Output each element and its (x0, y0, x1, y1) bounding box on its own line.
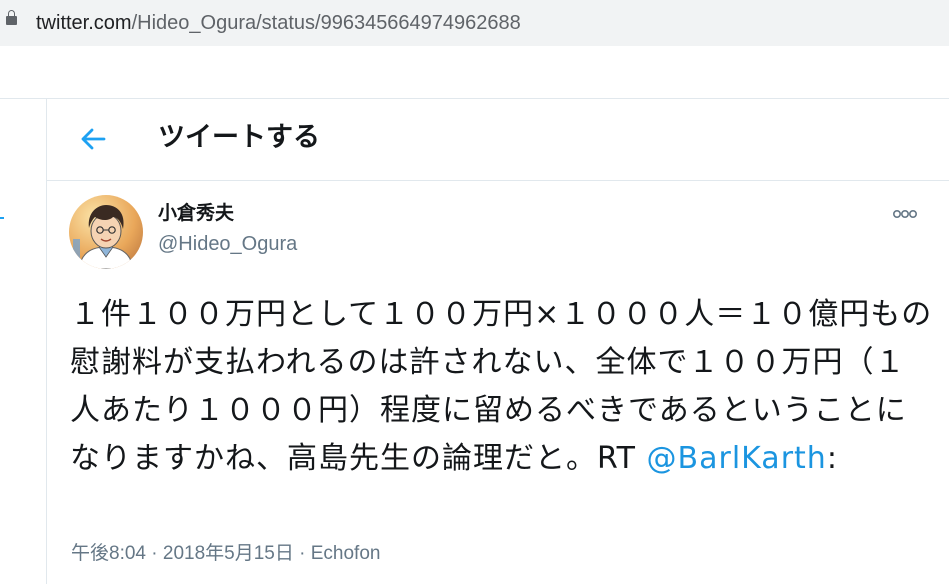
more-button[interactable] (887, 202, 927, 226)
tweet-source[interactable]: Echofon (311, 543, 381, 564)
mention-link[interactable]: @BarlKarth (647, 441, 827, 476)
url-path: /Hideo_Ogura/status/996345664974962688 (131, 12, 521, 34)
url-text[interactable]: twitter.com/Hideo_Ogura/status/996345664… (36, 10, 521, 36)
left-nav-gutter (0, 99, 46, 584)
back-button[interactable] (69, 117, 117, 161)
tweet-time[interactable]: 午後8:04 (71, 543, 146, 564)
tweet-column: ツイートする 小倉秀夫 @Hideo_Ogura １件１００万円として１００万円… (46, 99, 949, 584)
browser-address-bar[interactable]: twitter.com/Hideo_Ogura/status/996345664… (0, 0, 949, 46)
tweet-text: １件１００万円として１００万円×１０００人＝１０億円もの慰謝料が支払われるのは許… (70, 291, 935, 483)
lock-icon (6, 10, 17, 25)
page-header: ツイートする (47, 99, 949, 181)
url-host: twitter.com (36, 12, 132, 34)
nav-indicator (0, 217, 4, 219)
top-spacer (0, 46, 949, 99)
tweet-body-tail: : (826, 441, 838, 476)
more-dots-icon (893, 210, 917, 219)
tweet-meta: 午後8:04 · 2018年5月15日 · Echofon (71, 541, 380, 567)
display-name[interactable]: 小倉秀夫 (158, 201, 234, 225)
arrow-left-icon (81, 128, 106, 150)
meta-separator: · (151, 543, 158, 564)
user-handle[interactable]: @Hideo_Ogura (158, 232, 297, 256)
avatar-image (69, 195, 143, 269)
meta-separator-2: · (299, 543, 306, 564)
page-title: ツイートする (158, 122, 320, 153)
tweet-date[interactable]: 2018年5月15日 (163, 543, 294, 564)
avatar[interactable] (69, 195, 143, 269)
